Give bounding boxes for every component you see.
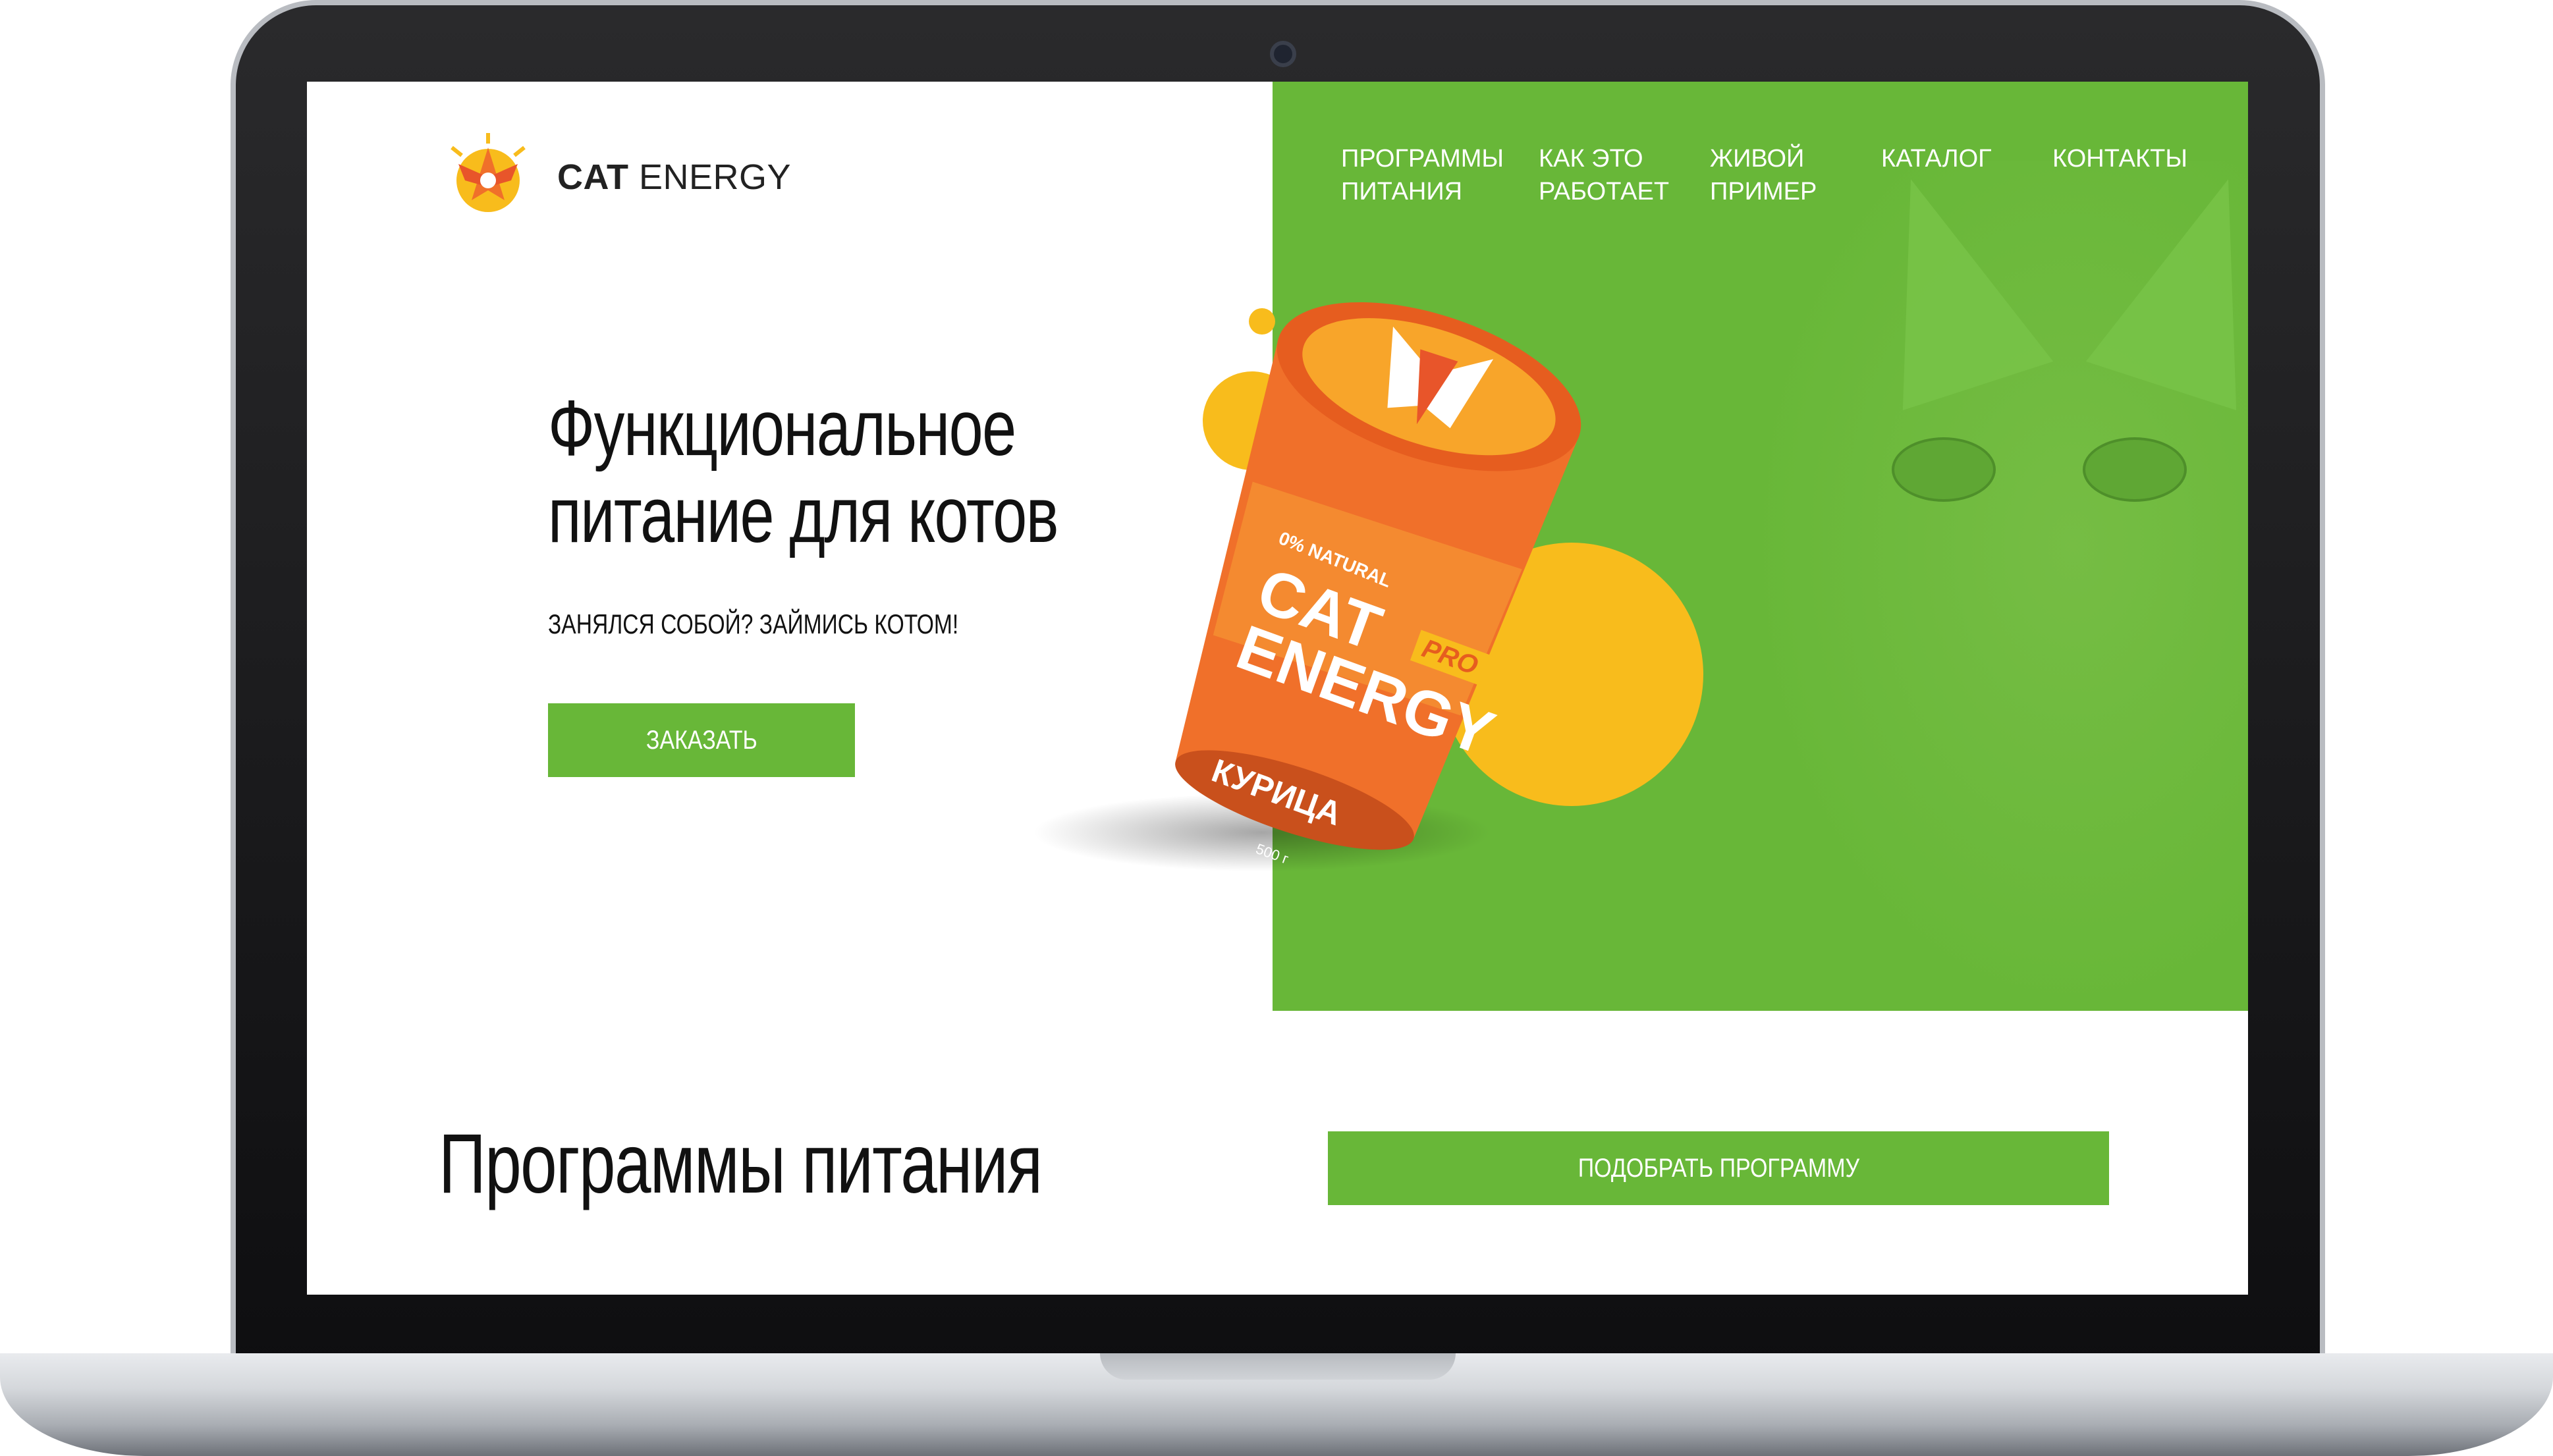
site-logo[interactable]: CAT ENERGY [439, 128, 791, 227]
order-button[interactable]: ЗАКАЗАТЬ [548, 703, 855, 777]
camera-icon [1270, 41, 1296, 67]
cat-eye-right [2083, 437, 2187, 502]
cat-energy-logo-icon [439, 128, 537, 227]
product-jar: 0% NATURAL CAT ENERGY PRO КУРИЦА 500 г [1157, 246, 1591, 867]
main-nav: ПРОГРАММЫ ПИТАНИЯ КАК ЭТО РАБОТАЕТ ЖИВОЙ ПР… [1341, 142, 2187, 208]
choose-program-button[interactable]: ПОДОБРАТЬ ПРОГРАММУ [1328, 1131, 2109, 1205]
hero-tagline: ЗАНЯЛСЯ СОБОЙ? ЗАЙМИСЬ КОТОМ! [548, 608, 959, 639]
nav-item-how-it-works[interactable]: КАК ЭТО РАБОТАЕТ [1539, 142, 1669, 208]
laptop-notch [1100, 1353, 1456, 1380]
nav-item-contacts[interactable]: КОНТАКТЫ [2052, 142, 2187, 208]
cat-eye-left [1892, 437, 1996, 502]
hero-title: Функциональное питание для котов [548, 384, 1058, 559]
logo-text: CAT ENERGY [557, 157, 792, 197]
programs-title: Программы питания [439, 1117, 1043, 1211]
nav-item-catalog[interactable]: КАТАЛОГ [1881, 142, 1992, 208]
nav-item-programs[interactable]: ПРОГРАММЫ ПИТАНИЯ [1341, 142, 1504, 208]
website-screen: CAT ENERGY ПРОГРАММЫ ПИТАНИЯ КАК ЭТО РАБОТ… [307, 82, 2248, 1295]
nav-item-live-example[interactable]: ЖИВОЙ ПРИМЕР [1710, 142, 1817, 208]
